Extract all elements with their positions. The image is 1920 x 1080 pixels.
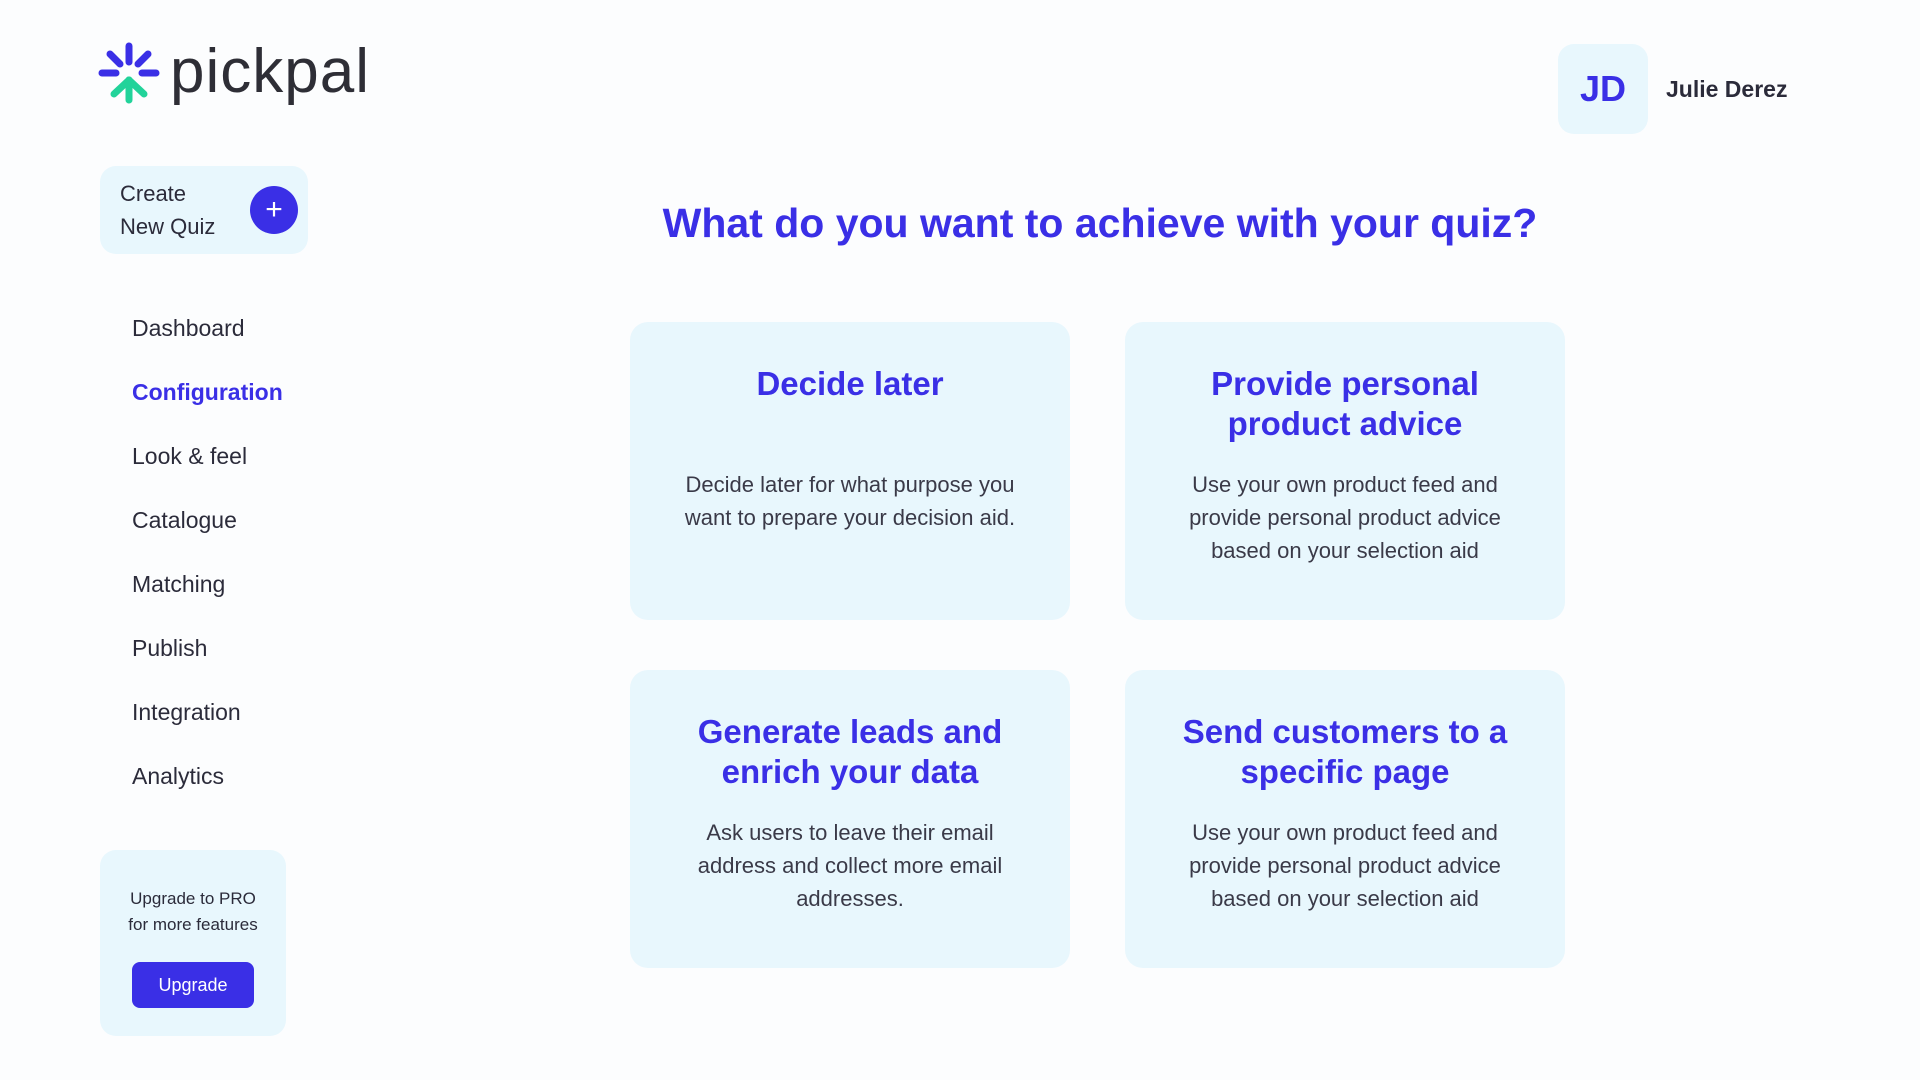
- upgrade-text: Upgrade to PRO for more features: [118, 886, 268, 938]
- create-label-line2: New Quiz: [120, 214, 216, 239]
- sidebar-item-analytics[interactable]: Analytics: [132, 744, 283, 808]
- goal-options-grid: Decide later Decide later for what purpo…: [630, 322, 1565, 968]
- option-card-product-advice[interactable]: Provide personal product advice Use your…: [1125, 322, 1565, 620]
- sidebar-item-integration[interactable]: Integration: [132, 680, 283, 744]
- upgrade-panel: Upgrade to PRO for more features Upgrade: [100, 850, 286, 1036]
- option-card-decide-later[interactable]: Decide later Decide later for what purpo…: [630, 322, 1070, 620]
- create-new-quiz-label: Create New Quiz: [120, 177, 230, 243]
- plus-icon[interactable]: +: [250, 186, 298, 234]
- card-title: Send customers to a specific page: [1182, 713, 1508, 790]
- brand-name: pickpal: [170, 37, 370, 106]
- card-description: Use your own product feed and provide pe…: [1189, 472, 1501, 563]
- card-description: Decide later for what purpose you want t…: [684, 472, 1016, 530]
- sidebar-item-matching[interactable]: Matching: [132, 552, 283, 616]
- sidebar-item-look-and-feel[interactable]: Look & feel: [132, 424, 283, 488]
- sidebar-item-catalogue[interactable]: Catalogue: [132, 488, 283, 552]
- user-name: Julie Derez: [1666, 75, 1788, 102]
- avatar[interactable]: JD: [1558, 44, 1648, 134]
- card-title: Generate leads and enrich your data: [697, 713, 1003, 790]
- upgrade-text-line1: Upgrade to PRO: [130, 889, 256, 908]
- card-description: Use your own product feed and provide pe…: [1189, 820, 1501, 911]
- page-title: What do you want to achieve with your qu…: [662, 200, 1538, 246]
- create-label-line1: Create: [120, 181, 187, 206]
- card-description: Ask users to leave their email address a…: [697, 820, 1003, 911]
- upgrade-text-line2: for more features: [128, 915, 258, 934]
- sidebar-item-publish[interactable]: Publish: [132, 616, 283, 680]
- card-title: Decide later: [756, 365, 944, 402]
- upgrade-button[interactable]: Upgrade: [132, 962, 254, 1008]
- sidebar-item-configuration[interactable]: Configuration: [132, 360, 283, 424]
- create-new-quiz-button[interactable]: Create New Quiz +: [100, 166, 308, 254]
- option-card-generate-leads[interactable]: Generate leads and enrich your data Ask …: [630, 670, 1070, 968]
- pickpal-logo-icon: [98, 42, 160, 104]
- sidebar-item-dashboard[interactable]: Dashboard: [132, 296, 283, 360]
- logo[interactable]: pickpal: [98, 40, 370, 104]
- option-card-send-to-page[interactable]: Send customers to a specific page Use yo…: [1125, 670, 1565, 968]
- card-title: Provide personal product advice: [1211, 365, 1479, 442]
- app-page: pickpal JD Julie Derez Create New Quiz +…: [0, 0, 1920, 1080]
- user-menu[interactable]: JD Julie Derez: [1558, 44, 1787, 134]
- sidebar-nav: Dashboard Configuration Look & feel Cata…: [132, 296, 283, 808]
